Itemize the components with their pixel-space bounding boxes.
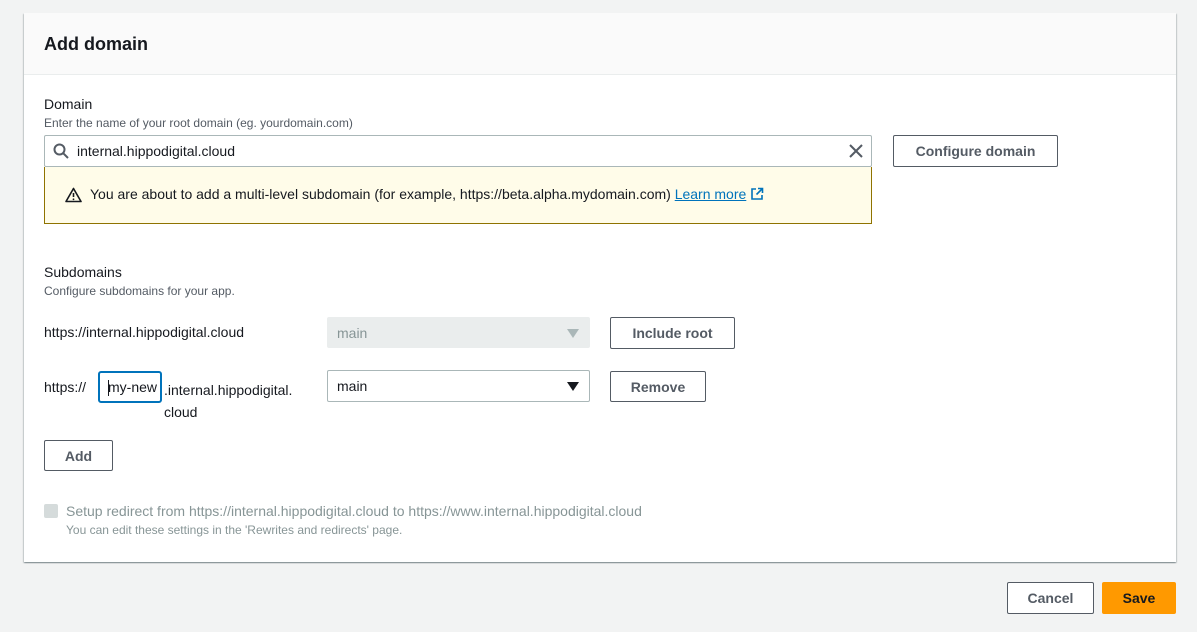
panel-header: Add domain bbox=[24, 13, 1176, 75]
text-cursor bbox=[108, 380, 109, 396]
redirect-hint: You can edit these settings in the 'Rewr… bbox=[66, 523, 403, 537]
subdomains-description: Configure subdomains for your app. bbox=[44, 284, 235, 298]
panel-title: Add domain bbox=[44, 34, 148, 54]
learn-more-link[interactable]: Learn more bbox=[675, 186, 765, 202]
subdomain-input-value: my-new bbox=[108, 379, 158, 395]
subdomain-prefix: https:// bbox=[44, 379, 87, 395]
warning-icon bbox=[65, 187, 82, 203]
subdomain-suffix-line1: .internal.hippodigital. bbox=[164, 382, 293, 398]
domain-label: Domain bbox=[44, 96, 93, 112]
multi-level-warning: You are about to add a multi-level subdo… bbox=[44, 167, 872, 224]
domain-input-value: internal.hippodigital.cloud bbox=[77, 143, 235, 159]
subdomain-branch-select[interactable]: main bbox=[327, 370, 590, 402]
remove-subdomain-button[interactable]: Remove bbox=[610, 371, 706, 402]
domain-search-input[interactable]: internal.hippodigital.cloud bbox=[44, 135, 872, 167]
root-subdomain-url: https://internal.hippodigital.cloud bbox=[44, 324, 245, 340]
redirect-label: Setup redirect from https://internal.hip… bbox=[66, 503, 642, 519]
configure-domain-button[interactable]: Configure domain bbox=[893, 135, 1058, 167]
learn-more-label: Learn more bbox=[674, 186, 747, 202]
domain-description: Enter the name of your root domain (eg. … bbox=[44, 116, 353, 130]
add-domain-panel: Add domain Domain Enter the name of your… bbox=[24, 13, 1176, 562]
search-icon bbox=[53, 143, 69, 159]
caret-down-icon bbox=[567, 329, 579, 338]
caret-down-icon bbox=[567, 382, 579, 391]
cancel-button[interactable]: Cancel bbox=[1007, 582, 1094, 614]
warning-message: You are about to add a multi-level subdo… bbox=[90, 186, 764, 202]
include-root-button[interactable]: Include root bbox=[610, 317, 735, 349]
subdomain-branch-value: main bbox=[337, 378, 368, 394]
root-branch-select: main bbox=[327, 317, 590, 348]
add-subdomain-button[interactable]: Add bbox=[44, 440, 113, 471]
subdomain-suffix-line2: cloud bbox=[164, 404, 198, 420]
external-link-icon bbox=[751, 187, 764, 200]
subdomain-suffix: .internal.hippodigital. cloud bbox=[164, 379, 292, 423]
subdomain-input[interactable]: my-new bbox=[98, 371, 162, 403]
redirect-checkbox[interactable] bbox=[44, 504, 58, 518]
root-branch-value: main bbox=[337, 325, 368, 341]
close-icon[interactable] bbox=[848, 143, 864, 159]
subdomains-label: Subdomains bbox=[44, 264, 122, 280]
save-button[interactable]: Save bbox=[1102, 582, 1176, 614]
warning-text: You are about to add a multi-level subdo… bbox=[90, 186, 675, 202]
